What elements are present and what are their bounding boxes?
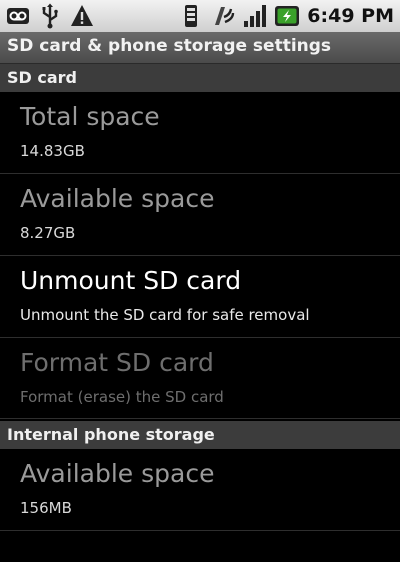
section-header-internal-storage: Internal phone storage [0,421,400,449]
status-bar-system: 6:49 PM [179,3,394,29]
pref-summary: Unmount the SD card for safe removal [20,306,310,324]
pref-title: Unmount SD card [20,266,242,295]
unmount-sd-card-button[interactable]: Unmount SD card Unmount the SD card for … [0,256,400,338]
pref-summary: 14.83GB [20,142,85,160]
pref-available-space-internal: Available space 156MB [0,449,400,531]
voicemail-icon [6,3,30,29]
status-bar-notifications [6,3,94,29]
pref-title: Format SD card [20,348,214,377]
status-bar: 6:49 PM [0,0,400,32]
clock: 6:49 PM [307,5,394,27]
section-header-label: SD card [7,68,77,87]
usb-icon [38,3,62,29]
pref-title: Available space [20,459,215,488]
section-header-label: Internal phone storage [7,425,215,444]
pref-summary: 156MB [20,499,72,517]
format-sd-card-button: Format SD card Format (erase) the SD car… [0,338,400,419]
signal-wave-icon [211,3,235,29]
pref-available-space-sd: Available space 8.27GB [0,174,400,256]
vibrate-icon [179,3,203,29]
page-title: SD card & phone storage settings [7,36,332,56]
pref-title: Available space [20,184,215,213]
pref-summary: 8.27GB [20,224,76,242]
pref-summary: Format (erase) the SD card [20,388,224,406]
warning-icon [70,3,94,29]
battery-charging-icon [275,3,300,29]
title-bar: SD card & phone storage settings [0,32,400,64]
signal-strength-icon [243,3,267,29]
section-header-sd-card: SD card [0,64,400,92]
pref-title: Total space [20,102,160,131]
pref-total-space: Total space 14.83GB [0,92,400,174]
